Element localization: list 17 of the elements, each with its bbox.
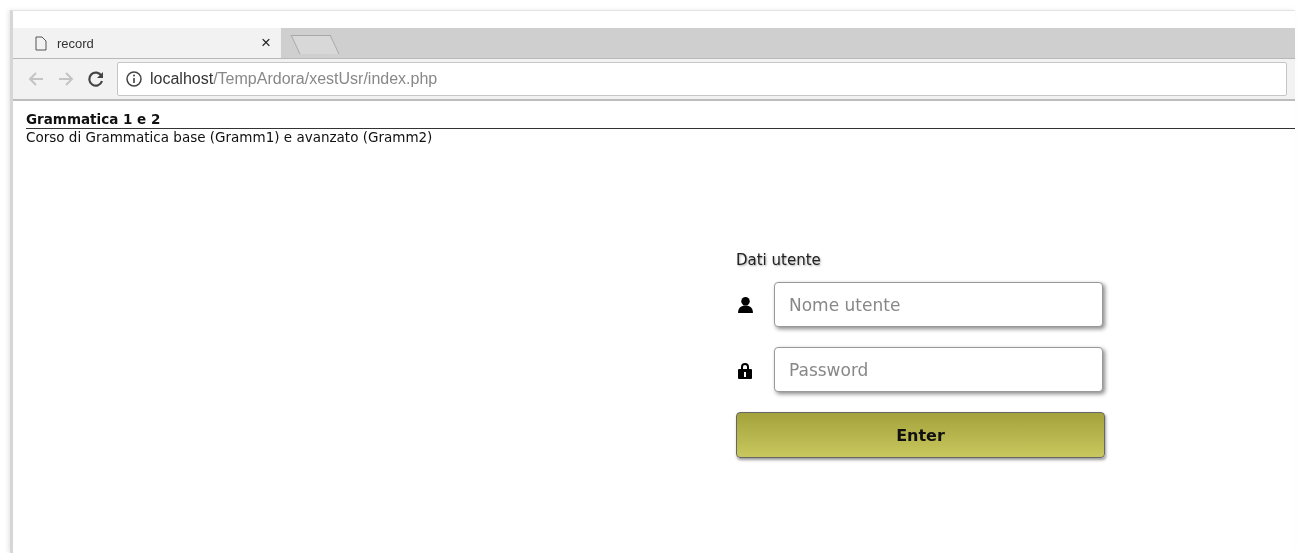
user-icon — [737, 296, 754, 313]
page-subtitle: Corso di Grammatica base (Gramm1) e avanzato (Gramm2) — [26, 129, 434, 145]
page-title: Grammatica 1 e 2 — [26, 111, 1295, 129]
enter-button[interactable]: Enter — [736, 412, 1105, 458]
info-icon — [126, 71, 142, 87]
username-field[interactable]: Nome utente — [774, 282, 1103, 327]
close-tab-button[interactable]: × — [261, 33, 271, 53]
url-path: /TempArdora/xestUsr/index.php — [213, 70, 438, 88]
page-icon — [35, 35, 47, 51]
lock-icon — [737, 360, 753, 379]
url-host: localhost — [150, 70, 214, 88]
address-bar[interactable]: localhost/TempArdora/xestUsr/index.php — [117, 62, 1287, 96]
form-heading: Dati utente — [736, 251, 822, 269]
tab-title: record — [57, 35, 95, 51]
reload-button[interactable] — [87, 70, 105, 88]
password-field[interactable]: Password — [774, 347, 1103, 392]
browser-tab[interactable]: record × — [13, 28, 281, 58]
